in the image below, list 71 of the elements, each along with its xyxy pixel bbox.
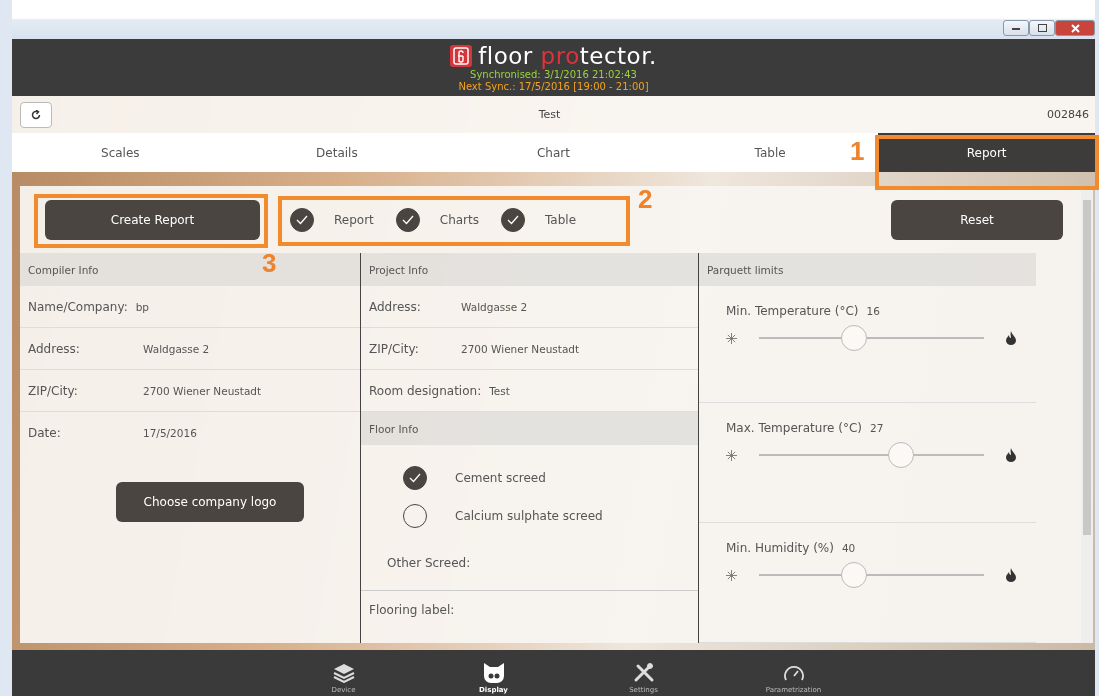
field-label: Flooring label: [369,603,455,617]
layers-icon [332,663,355,683]
snowflake-icon [726,569,737,581]
next-sync-text: Next Sync.: 17/5/2016 [19:00 - 21:00] [458,80,649,93]
section-header: Project Info [361,253,698,286]
field-label: ZIP/City: [28,383,79,398]
sync-status: Synchronised: 3/1/2016 21:02:43 [470,68,637,81]
field-label: ZIP/City: [369,341,420,356]
slider-reading: 27 [870,422,884,434]
reset-button[interactable]: Reset [891,199,1063,240]
checkbox[interactable] [395,207,420,232]
gauge-icon [782,663,805,683]
close-button[interactable] [1055,20,1095,36]
checkmark-icon [507,214,519,225]
radio-label: Calcium sulphate screed [455,509,603,523]
slider-label: Min. Temperature (°C) [726,304,859,318]
refresh-icon [31,109,41,120]
checkmark-icon [296,214,308,225]
checkbox-label: Table [545,212,577,227]
annotation-number: 1 [850,136,865,167]
field-label: Name/Company: [28,299,128,314]
field-label: Address: [28,341,81,356]
slider-thumb[interactable] [840,562,867,588]
flame-icon [1006,448,1016,462]
field-value: Waldgasse 2 [143,342,210,355]
radio-button[interactable] [403,466,427,490]
field-value: 2700 Wiener Neustadt [461,342,580,355]
snowflake-icon [726,449,737,461]
maximize-button[interactable] [1029,20,1055,36]
minimize-button[interactable] [1003,20,1029,36]
annotation-number: 2 [638,184,653,215]
slider-thumb[interactable] [840,325,867,351]
field-value: Test [489,384,510,397]
checkbox-label: Report [334,212,374,227]
slider-label: Max. Temperature (°C) [726,421,862,435]
slider-thumb[interactable] [888,442,915,468]
field-value: 17/5/2016 [143,427,197,439]
slider-label: Min. Humidity (%) [726,541,834,555]
create-report-button[interactable]: Create Report [45,199,260,240]
choose-logo-button[interactable]: Choose company logo [116,482,304,522]
field-label: Address: [369,299,422,314]
checkbox[interactable] [501,207,525,232]
field-value: bp [135,300,150,313]
radio-label: Cement screed [455,471,546,485]
cat-face-icon [481,663,506,683]
field-label: Room designation: [369,383,482,398]
slider-reading: 40 [841,542,856,554]
device-title: Test [537,108,562,121]
minimize-icon [1012,26,1020,30]
checkmark-icon [409,473,421,483]
annotation-number: 3 [262,248,277,279]
tools-icon [632,663,655,683]
logo-icon [450,44,473,67]
close-icon [1070,23,1080,33]
field-value: 2700 Wiener Neustadt [143,384,262,397]
refresh-button[interactable] [20,101,52,128]
maximize-icon [1037,24,1047,32]
field-value: Waldgasse 2 [461,300,528,313]
field-label: Date: [28,426,62,440]
serial-number: 002846 [1047,108,1089,121]
field-label: Other Screed: [387,555,471,570]
slider-reading: 16 [866,305,880,317]
checkmark-icon [401,214,414,225]
checkbox-label: Charts [439,212,479,227]
checkbox[interactable] [290,207,314,232]
snowflake-icon [726,332,737,344]
section-header: Parquett limits [699,253,1036,286]
section-header: Floor Info [361,412,698,445]
flame-icon [1006,331,1016,345]
flame-icon [1006,568,1016,582]
brand-name: floor protector. [478,42,657,69]
